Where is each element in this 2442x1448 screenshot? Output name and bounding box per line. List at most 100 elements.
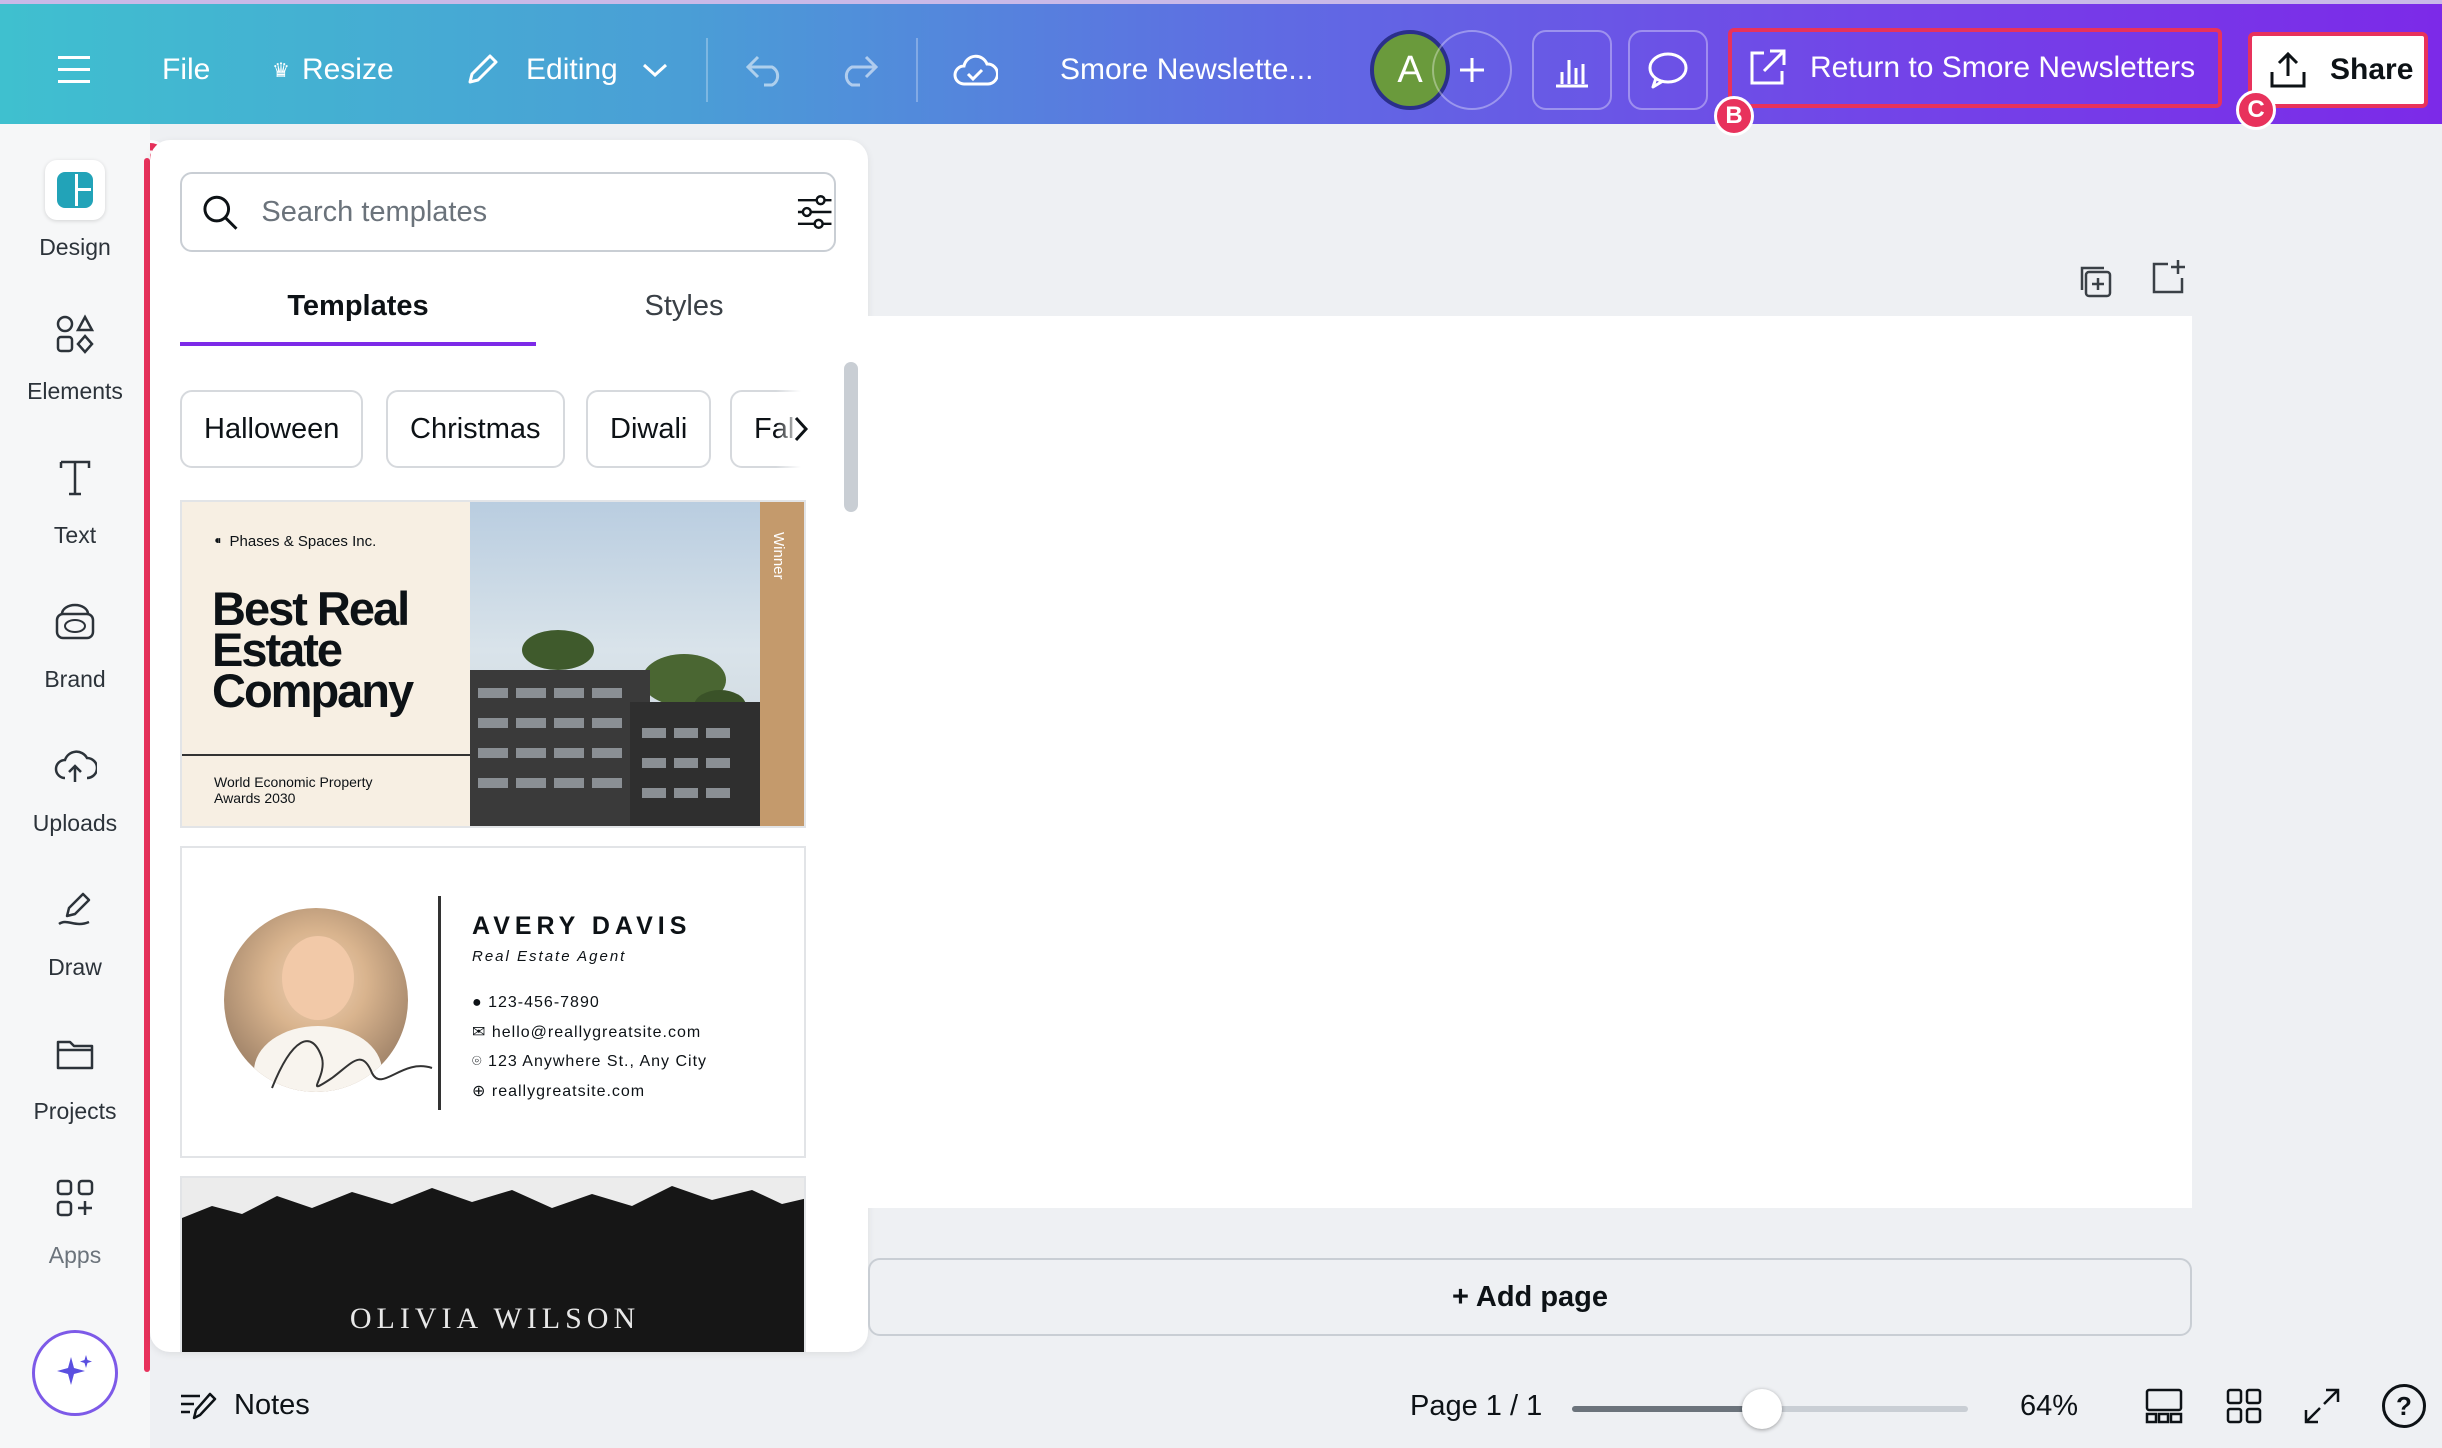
add-collaborator-button[interactable] (1432, 30, 1512, 110)
page-view-icon (2145, 1388, 2183, 1424)
add-page-icon-button[interactable] (2148, 258, 2188, 303)
rail-item-design[interactable]: Design (0, 160, 150, 284)
insights-button[interactable] (1532, 30, 1612, 110)
chip-halloween[interactable]: Halloween (180, 390, 364, 468)
magic-assistant-button[interactable] (32, 1330, 118, 1416)
rail-item-draw[interactable]: Draw (0, 880, 150, 1004)
rail-label: Draw (48, 954, 102, 980)
fullscreen-expand-icon (2304, 1388, 2340, 1424)
search-bar (180, 172, 836, 252)
template-card-business-card[interactable]: AVERY DAVIS Real Estate Agent ● 123-456-… (180, 846, 806, 1158)
editing-mode-button[interactable]: Editing (462, 32, 668, 108)
rail-label: Projects (33, 1098, 117, 1124)
rail-item-elements[interactable]: Elements (0, 304, 150, 428)
chip-diwali[interactable]: Diwali (586, 390, 712, 468)
grid-view-button[interactable] (2224, 1386, 2264, 1431)
help-button[interactable]: ? (2382, 1384, 2426, 1428)
rail-item-apps[interactable]: Apps (0, 1168, 150, 1292)
undo-icon (745, 55, 780, 87)
avatar-initial: A (1397, 48, 1423, 91)
brand-icon (45, 592, 105, 652)
chevron-down-icon (642, 63, 667, 78)
apps-grid-icon (45, 1168, 105, 1228)
chips-scroll-right[interactable] (776, 390, 826, 468)
template-name: OLIVIA WILSON (349, 1302, 641, 1335)
side-band: Winner (760, 502, 804, 826)
cloud-save-status[interactable] (952, 32, 998, 108)
tab-label: Styles (644, 290, 724, 322)
file-label: File (162, 53, 211, 86)
chevron-right-icon (794, 416, 809, 442)
search-icon (203, 195, 238, 230)
globe-icon: ⊕ (472, 1082, 492, 1100)
add-page-icon (2152, 260, 2185, 294)
elements-shapes-icon (45, 304, 105, 364)
search-input[interactable] (261, 195, 735, 229)
chip-christmas[interactable]: Christmas (386, 390, 565, 468)
rail-item-text[interactable]: Text (0, 448, 150, 572)
return-to-smore-button[interactable]: Return to Smore Newsletters (1728, 28, 2222, 108)
notes-button[interactable]: Notes (178, 1388, 310, 1422)
template-company: ⁌ Phases & Spaces Inc. (214, 532, 377, 551)
undo-button[interactable] (744, 32, 786, 108)
mail-icon: ✉ (472, 1023, 492, 1041)
divider (916, 38, 918, 102)
page-indicator[interactable]: Page 1 / 1 (1410, 1390, 1542, 1423)
grid-view-icon (2226, 1388, 2262, 1424)
resize-button[interactable]: ♛ Resize (272, 32, 394, 108)
comment-icon (1648, 52, 1688, 89)
location-icon: ⌾ (472, 1053, 489, 1070)
building-photo (470, 502, 760, 826)
filter-sliders-icon[interactable] (795, 192, 834, 232)
tab-styles[interactable]: Styles (506, 290, 862, 323)
external-link-icon (1750, 49, 1786, 85)
zoom-slider-thumb[interactable] (1742, 1389, 1783, 1429)
agent-name: AVERY DAVIS (472, 912, 692, 940)
notes-icon (181, 1392, 217, 1420)
divider (438, 896, 441, 1110)
template-card-real-estate[interactable]: ⁌ Phases & Spaces Inc. Best Real Estate … (180, 500, 806, 828)
page-view-button[interactable] (2144, 1386, 2184, 1431)
logo-icon: ⁌ (214, 533, 222, 550)
rail-label: Elements (27, 378, 123, 404)
hamburger-icon (58, 56, 90, 83)
design-page[interactable] (868, 316, 2192, 1208)
text-t-icon (45, 448, 105, 508)
zoom-slider-fill (1572, 1406, 1763, 1412)
resize-label: Resize (301, 53, 394, 86)
rail-label: Apps (48, 1242, 102, 1268)
zoom-label: 64% (2020, 1390, 2079, 1422)
rail-item-brand[interactable]: Brand (0, 592, 150, 716)
fullscreen-button[interactable] (2302, 1386, 2342, 1431)
cloud-check-icon (953, 54, 998, 86)
share-button[interactable]: Share (2248, 32, 2428, 108)
rail-item-uploads[interactable]: Uploads (0, 736, 150, 860)
draw-pen-icon (45, 880, 105, 940)
document-title[interactable]: Smore Newslette... (1060, 32, 1313, 108)
agent-role: Real Estate Agent (472, 948, 627, 965)
left-rail: Design Elements Text Brand Uploads Draw (0, 124, 150, 1448)
zoom-slider[interactable] (1572, 1389, 1968, 1429)
tab-templates[interactable]: Templates (180, 290, 536, 323)
crown-icon: ♛ (272, 59, 290, 82)
annotation-marker-c: C (2236, 90, 2276, 130)
comments-button[interactable] (1628, 30, 1708, 110)
rail-label: Uploads (32, 810, 118, 836)
sparkle-icon (57, 1355, 92, 1385)
rail-item-projects[interactable]: Projects (0, 1024, 150, 1148)
redo-button[interactable] (838, 32, 880, 108)
pencil-icon (468, 54, 498, 84)
duplicate-page-button[interactable] (2076, 262, 2116, 307)
panel-scrollbar[interactable] (844, 362, 858, 512)
top-bar: File ♛ Resize Editing Smore Newslette...… (0, 0, 2442, 124)
template-card-olivia-wilson[interactable]: OLIVIA WILSON (180, 1176, 806, 1352)
file-menu[interactable]: File (162, 32, 210, 108)
add-page-button[interactable]: + Add page (868, 1258, 2192, 1336)
notes-label: Notes (234, 1388, 310, 1421)
document-title-text: Smore Newslette... (1060, 53, 1314, 86)
menu-button[interactable] (58, 32, 94, 108)
active-tab-underline (180, 342, 536, 346)
rail-label: Brand (44, 666, 106, 692)
zoom-percentage[interactable]: 64% (2020, 1390, 2078, 1423)
bar-chart-icon (1556, 60, 1588, 88)
